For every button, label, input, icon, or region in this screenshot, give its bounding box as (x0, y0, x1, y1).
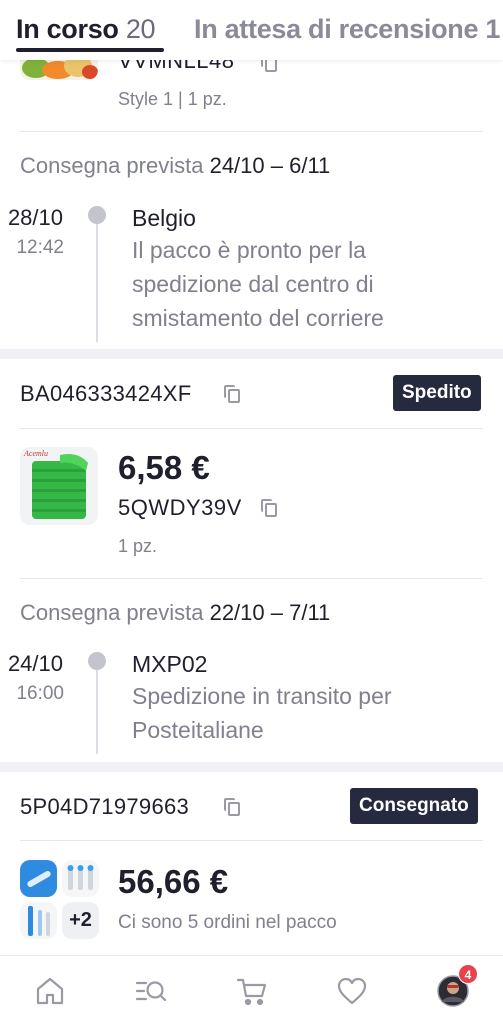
copy-icon[interactable] (261, 499, 277, 517)
order-price: 6,58 € (118, 449, 210, 486)
tab-awaiting-review[interactable]: In attesa di recensione 1 (194, 14, 500, 45)
bottom-navigation: 4 (0, 955, 503, 1024)
tracking-event-place: MXP02 (132, 651, 208, 677)
divider (20, 578, 483, 579)
copy-icon[interactable] (224, 385, 240, 403)
heart-icon (337, 977, 367, 1005)
tracking-event-place: Belgio (132, 205, 196, 231)
divider (20, 840, 483, 841)
tracking-event-date: 24/10 (7, 651, 63, 676)
tracking-event-description: Il pacco è pronto per la spedizione dal … (132, 237, 384, 331)
tab-label: In corso (16, 14, 119, 44)
search-list-icon (135, 981, 167, 1002)
nav-account[interactable]: 4 (436, 964, 478, 1008)
more-items-label: +2 (69, 909, 92, 931)
nav-wishlist[interactable] (335, 974, 369, 1008)
tracking-event-time: 12:42 (16, 237, 64, 258)
cart-icon (236, 978, 267, 1006)
tab-in-progress[interactable]: In corso 20 (16, 14, 156, 45)
tab-count: 20 (125, 14, 156, 44)
notification-badge: 4 (458, 964, 478, 984)
status-badge: Consegnato (350, 788, 478, 824)
timeline-line (96, 224, 98, 342)
status-badge: Spedito (393, 375, 481, 411)
nav-search[interactable] (134, 974, 168, 1008)
expected-delivery: Consegna prevista 22/10 – 7/11 (20, 600, 331, 625)
order-price: 56,66 € (118, 863, 229, 900)
nav-cart[interactable] (235, 974, 269, 1008)
order-separator (0, 349, 503, 359)
order-status-tabs: In corso 20 In attesa di recensione 1 (0, 0, 503, 60)
product-thumbnail-grid[interactable]: +2 (20, 860, 100, 940)
order-separator (0, 762, 503, 772)
divider (20, 428, 483, 429)
product-thumbnail-toothbrush (20, 902, 57, 939)
tracking-event-date: 28/10 (7, 205, 63, 230)
timeline-dot (88, 652, 106, 670)
home-icon (36, 977, 64, 1005)
product-thumbnail-towels[interactable]: Acemlu (20, 447, 98, 525)
nav-home[interactable] (33, 974, 67, 1008)
product-logo-text: Acemlu (24, 449, 48, 458)
product-code: 5QWDY39V (118, 495, 242, 520)
divider (20, 131, 483, 132)
tracking-event-time: 16:00 (16, 683, 64, 704)
timeline-line (96, 670, 98, 754)
product-thumbnail-brush-heads (62, 860, 99, 897)
expected-delivery: Consegna prevista 24/10 – 6/11 (20, 153, 331, 178)
more-items-count: +2 (62, 902, 99, 939)
copy-icon[interactable] (224, 798, 240, 816)
timeline-dot (88, 206, 106, 224)
tab-label: In attesa di recensione (194, 14, 479, 44)
tracking-event-description: Spedizione in transito per Posteitaliane (132, 683, 392, 743)
package-note: Ci sono 5 ordini nel pacco (118, 912, 337, 933)
tracking-number: BA046333424XF (20, 381, 192, 406)
tracking-number: 5P04D71979663 (20, 794, 190, 819)
product-thumbnail-toothbrush-head (20, 860, 57, 897)
orders-list: VVMNLL48 Style 1 | 1 pz. Consegna previs… (0, 0, 503, 955)
tab-count: 1 (485, 14, 501, 44)
product-quantity: 1 pz. (118, 536, 158, 556)
active-tab-indicator (16, 48, 164, 52)
product-variant: Style 1 | 1 pz. (118, 89, 227, 109)
